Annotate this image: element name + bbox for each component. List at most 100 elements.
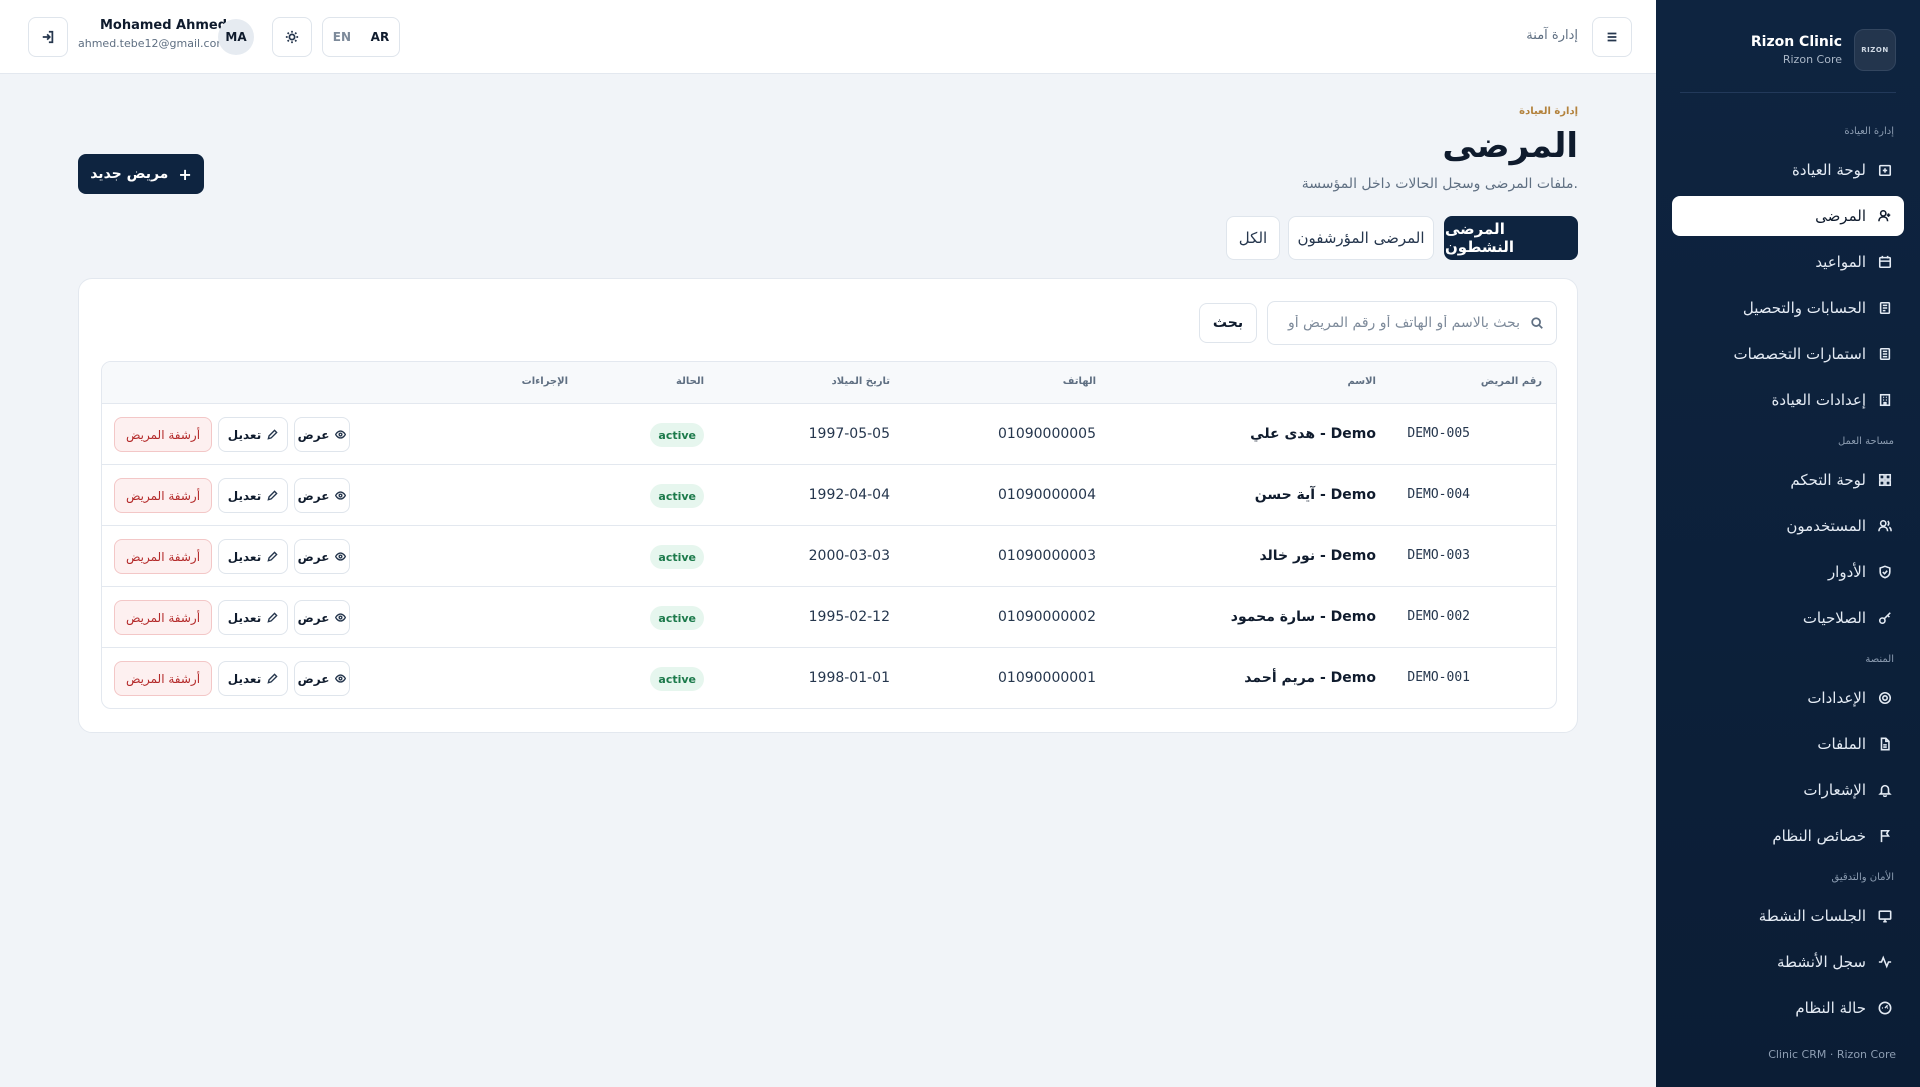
view-label: عرض bbox=[297, 671, 330, 686]
users-icon bbox=[1878, 519, 1892, 533]
search-input[interactable] bbox=[1280, 315, 1520, 331]
sidebar-item-users[interactable]: المستخدمون bbox=[1672, 506, 1904, 546]
sidebar-item-system-features[interactable]: خصائص النظام bbox=[1672, 816, 1904, 856]
tab-archived-patients[interactable]: المرضى المؤرشفون bbox=[1288, 216, 1434, 260]
sidebar-footer: Clinic CRM · Rizon Core bbox=[1768, 1048, 1896, 1061]
view-button[interactable]: عرض bbox=[294, 417, 350, 452]
bell-icon bbox=[1878, 783, 1892, 797]
divider bbox=[1680, 92, 1896, 93]
archive-label: أرشفة المريض bbox=[125, 488, 201, 503]
edit-button[interactable]: تعديل bbox=[218, 478, 288, 513]
sidebar-item-settings[interactable]: الإعدادات bbox=[1672, 678, 1904, 718]
view-button[interactable]: عرض bbox=[294, 661, 350, 696]
view-label: عرض bbox=[297, 427, 330, 442]
status-badge: active bbox=[650, 606, 704, 630]
topbar: Mohamed Ahmed ahmed.tebe12@gmail.com MA … bbox=[0, 0, 1656, 74]
sidebar-item-label: سجل الأنشطة bbox=[1776, 953, 1866, 971]
edit-button[interactable]: تعديل bbox=[218, 417, 288, 452]
pencil-icon bbox=[267, 551, 278, 562]
cell-dob: 1997-05-05 bbox=[808, 426, 890, 442]
archive-patient-button[interactable]: أرشفة المريض bbox=[114, 417, 212, 452]
column-header-name: الاسم bbox=[1347, 376, 1376, 387]
nav-section-security: الأمان والتدقيق bbox=[1831, 872, 1894, 883]
archive-patient-button[interactable]: أرشفة المريض bbox=[114, 600, 212, 635]
brand[interactable]: RIZON Rizon Clinic Rizon Core bbox=[1751, 28, 1896, 72]
theme-toggle-button[interactable] bbox=[272, 17, 312, 57]
archive-patient-button[interactable]: أرشفة المريض bbox=[114, 661, 212, 696]
cell-patient-name[interactable]: نور خالد - Demo bbox=[1259, 548, 1376, 564]
edit-button[interactable]: تعديل bbox=[218, 661, 288, 696]
avatar[interactable]: MA bbox=[218, 19, 254, 55]
edit-button[interactable]: تعديل bbox=[218, 600, 288, 635]
receipt-icon bbox=[1878, 301, 1892, 315]
user-email: ahmed.tebe12@gmail.com bbox=[78, 37, 228, 50]
status-badge: active bbox=[650, 423, 704, 447]
sidebar-item-notifications[interactable]: الإشعارات bbox=[1672, 770, 1904, 810]
plus-icon: + bbox=[178, 164, 192, 184]
sidebar-item-active-sessions[interactable]: الجلسات النشطة bbox=[1672, 896, 1904, 936]
sidebar-item-clinic-settings[interactable]: إعدادات العيادة bbox=[1672, 380, 1904, 420]
sidebar-item-patients[interactable]: المرضى bbox=[1672, 196, 1904, 236]
monitor-icon bbox=[1878, 909, 1892, 923]
nav-section-platform: المنصة bbox=[1865, 654, 1894, 665]
new-patient-button[interactable]: مريض جديد + bbox=[78, 154, 204, 194]
menu-toggle-button[interactable] bbox=[1592, 17, 1632, 57]
view-button[interactable]: عرض bbox=[294, 478, 350, 513]
search-icon bbox=[1531, 317, 1543, 329]
table-row: DEMO-005 هدى علي - Demo 01090000005 1997-05… bbox=[102, 404, 1556, 465]
key-icon bbox=[1878, 611, 1892, 625]
search-button[interactable]: بحث bbox=[1199, 303, 1257, 343]
sun-icon bbox=[285, 30, 299, 44]
cell-patient-name[interactable]: مريم أحمد - Demo bbox=[1244, 670, 1376, 686]
cell-patient-id: DEMO-001 bbox=[1407, 670, 1470, 685]
sidebar-item-files[interactable]: الملفات bbox=[1672, 724, 1904, 764]
sidebar-item-specialty-forms[interactable]: استمارات التخصصات bbox=[1672, 334, 1904, 374]
edit-button[interactable]: تعديل bbox=[218, 539, 288, 574]
cell-phone: 01090000003 bbox=[998, 548, 1096, 564]
sidebar-item-billing[interactable]: الحسابات والتحصيل bbox=[1672, 288, 1904, 328]
view-label: عرض bbox=[297, 610, 330, 625]
archive-label: أرشفة المريض bbox=[125, 549, 201, 564]
archive-patient-button[interactable]: أرشفة المريض bbox=[114, 539, 212, 574]
view-button[interactable]: عرض bbox=[294, 539, 350, 574]
topbar-title: إدارة آمنة bbox=[1526, 28, 1578, 43]
cell-patient-id: DEMO-005 bbox=[1407, 426, 1470, 441]
cell-phone: 01090000005 bbox=[998, 426, 1096, 442]
sidebar-item-label: المرضى bbox=[1815, 207, 1866, 225]
eye-icon bbox=[335, 674, 347, 683]
tab-active-patients[interactable]: المرضى النشطون bbox=[1444, 216, 1578, 260]
nav-section-workspace: مساحة العمل bbox=[1837, 436, 1894, 447]
sidebar-item-activity-log[interactable]: سجل الأنشطة bbox=[1672, 942, 1904, 982]
sidebar-item-label: استمارات التخصصات bbox=[1733, 345, 1866, 363]
cell-patient-id: DEMO-002 bbox=[1407, 609, 1470, 624]
table-row: DEMO-002 سارة محمود - Demo 01090000002 1995… bbox=[102, 587, 1556, 648]
sidebar-item-label: الصلاحيات bbox=[1802, 609, 1866, 627]
lang-ar-button[interactable]: AR bbox=[371, 30, 390, 44]
gear-icon bbox=[1878, 691, 1892, 705]
section-label: إدارة العيادة bbox=[1519, 106, 1578, 117]
user-info: Mohamed Ahmed ahmed.tebe12@gmail.com bbox=[78, 18, 227, 50]
cell-patient-name[interactable]: سارة محمود - Demo bbox=[1231, 609, 1376, 625]
sidebar-item-system-status[interactable]: حالة النظام bbox=[1672, 988, 1904, 1028]
sidebar-item-dashboard[interactable]: لوحة التحكم bbox=[1672, 460, 1904, 500]
view-button[interactable]: عرض bbox=[294, 600, 350, 635]
sidebar-item-permissions[interactable]: الصلاحيات bbox=[1672, 598, 1904, 638]
sidebar-item-label: المستخدمون bbox=[1786, 517, 1866, 535]
logout-button[interactable] bbox=[28, 17, 68, 57]
sidebar-item-appointments[interactable]: المواعيد bbox=[1672, 242, 1904, 282]
sidebar-item-roles[interactable]: الأدوار bbox=[1672, 552, 1904, 592]
sidebar-item-label: خصائص النظام bbox=[1772, 827, 1866, 845]
cell-patient-name[interactable]: هدى علي - Demo bbox=[1250, 426, 1376, 442]
edit-label: تعديل bbox=[227, 549, 262, 564]
cell-patient-name[interactable]: آية حسن - Demo bbox=[1255, 487, 1376, 503]
tab-all[interactable]: الكل bbox=[1226, 216, 1280, 260]
column-header-dob: تاريخ الميلاد bbox=[831, 376, 890, 387]
sidebar-item-clinic-dashboard[interactable]: لوحة العيادة bbox=[1672, 150, 1904, 190]
sidebar-item-label: الحسابات والتحصيل bbox=[1742, 299, 1866, 317]
pencil-icon bbox=[267, 429, 278, 440]
page-subtitle: ملفات المرضى وسجل الحالات داخل المؤسسة. bbox=[1301, 176, 1578, 192]
column-header-id: رقم المريض bbox=[1480, 376, 1542, 387]
archive-patient-button[interactable]: أرشفة المريض bbox=[114, 478, 212, 513]
lang-en-button[interactable]: EN bbox=[333, 30, 351, 44]
column-header-actions: الإجراءات bbox=[521, 376, 568, 387]
